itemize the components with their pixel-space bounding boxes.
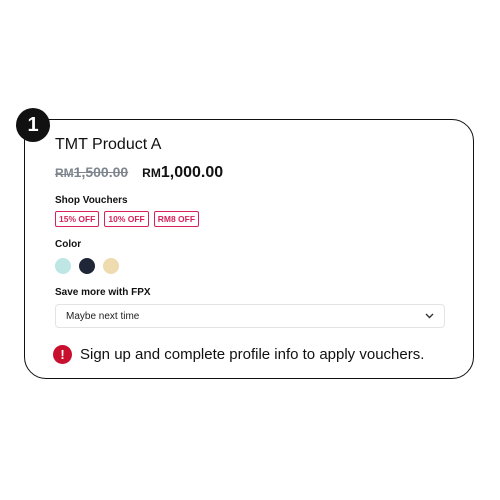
voucher-10-off[interactable]: 10% OFF <box>104 211 149 227</box>
sale-price-amount: 1,000.00 <box>160 164 224 181</box>
sale-price-currency: RM <box>142 166 161 180</box>
notice-text: Sign up and complete profile info to app… <box>80 346 425 363</box>
fpx-selected-value: Maybe next time <box>66 310 140 322</box>
original-price-amount: 1,500.00 <box>73 164 129 180</box>
step-number: 1 <box>27 113 39 136</box>
fpx-select[interactable]: Maybe next time <box>55 304 445 328</box>
step-number-badge: 1 <box>16 108 50 142</box>
fpx-label: Save more with FPX <box>55 287 151 298</box>
voucher-rm8-off[interactable]: RM8 OFF <box>153 211 200 227</box>
color-swatch-mint[interactable] <box>55 258 71 274</box>
voucher-15-off[interactable]: 15% OFF <box>55 211 100 227</box>
voucher-list: 15% OFF 10% OFF RM8 OFF <box>55 211 200 227</box>
chevron-down-icon <box>425 311 434 322</box>
color-swatches <box>55 258 119 274</box>
color-swatch-navy[interactable] <box>79 258 95 274</box>
original-price-currency: RM <box>55 166 74 180</box>
price-row: RM1,500.00 RM1,000.00 <box>55 164 223 182</box>
exclamation-icon: ! <box>53 345 72 364</box>
color-label: Color <box>55 239 82 250</box>
product-title: TMT Product A <box>55 136 162 153</box>
shop-vouchers-label: Shop Vouchers <box>55 195 128 206</box>
product-card: TMT Product A RM1,500.00 RM1,000.00 Shop… <box>24 119 474 379</box>
voucher-notice: ! Sign up and complete profile info to a… <box>53 345 424 364</box>
color-swatch-beige[interactable] <box>103 258 119 274</box>
sale-price: RM1,000.00 <box>142 164 223 182</box>
original-price: RM1,500.00 <box>55 164 128 180</box>
